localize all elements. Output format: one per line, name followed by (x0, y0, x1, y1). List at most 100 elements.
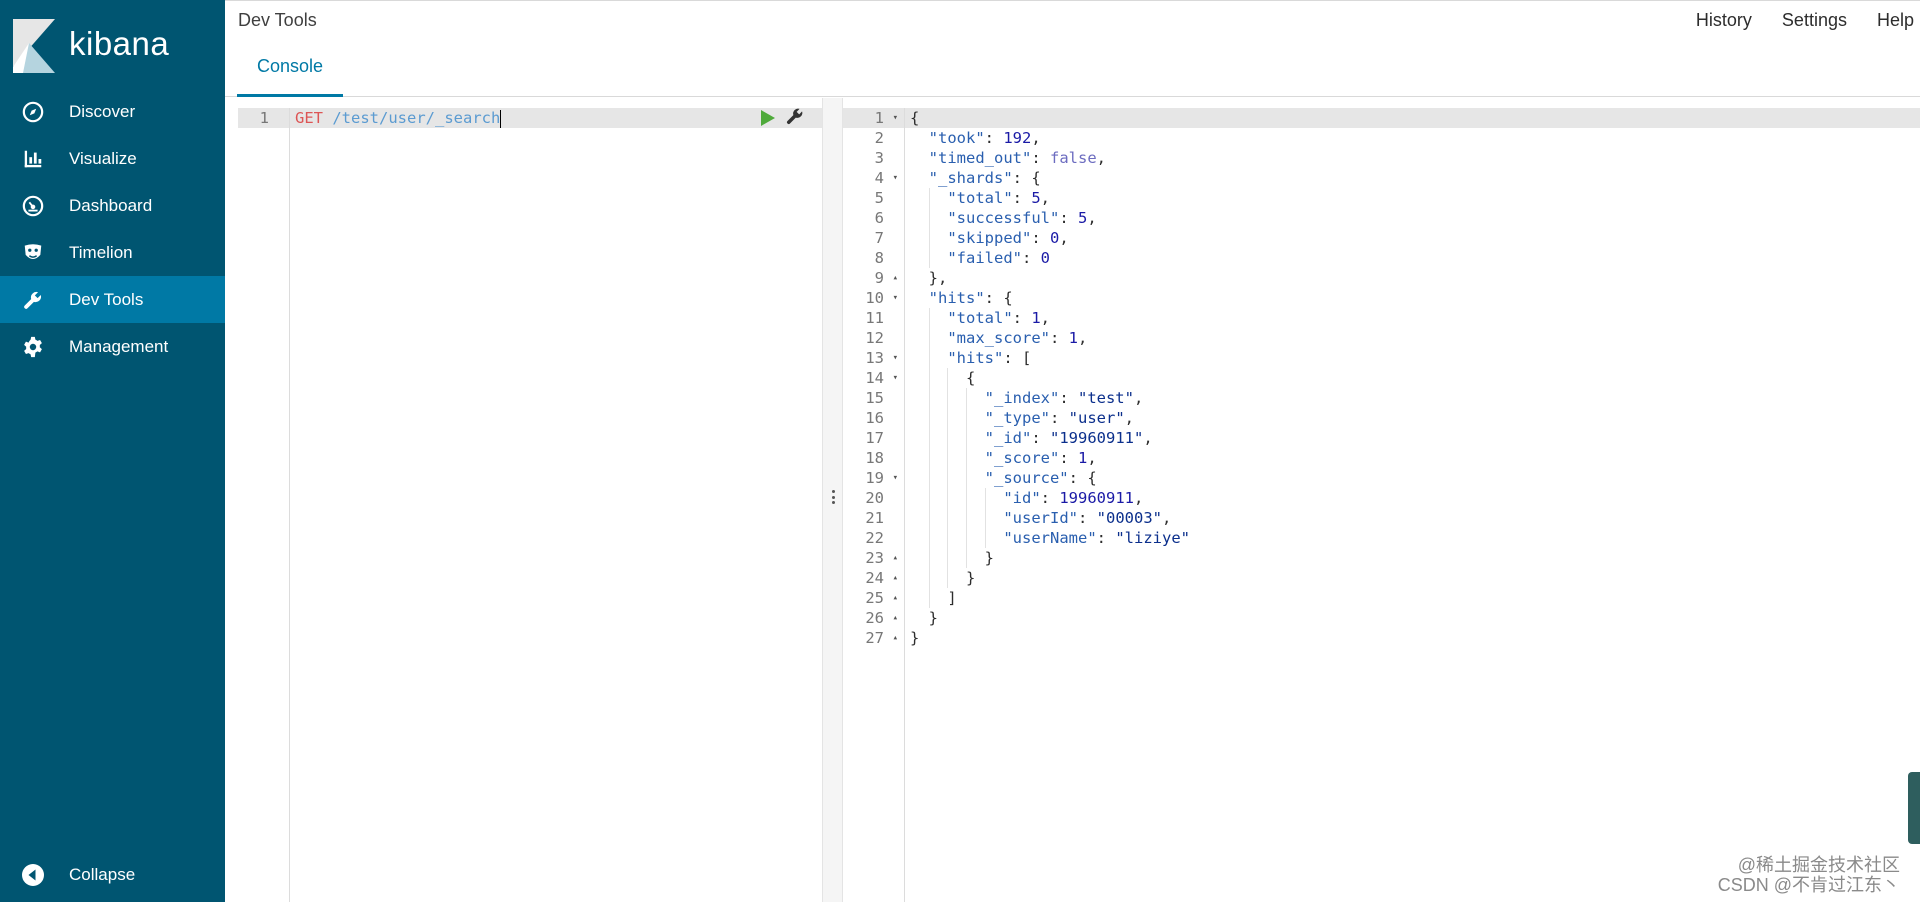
logo-text: kibana (69, 25, 170, 62)
sidebar-item-management[interactable]: Management (0, 323, 225, 370)
line-number: 26 ▴ (865, 608, 898, 628)
gear-icon (21, 335, 45, 359)
response-viewer[interactable]: 1 ▾ 2 3 4 ▾ 5 6 7 8 9 ▴ 10 ▾ 11 12 13 ▾ 14 ▾ 15 16 17 18 19 ▾ 20 21… (843, 98, 1920, 902)
settings-link[interactable]: Settings (1782, 10, 1847, 31)
sidebar-item-dev-tools[interactable]: Dev Tools (0, 276, 225, 323)
request-path: /test/user/_search (332, 109, 501, 127)
line-number: 13 ▾ (865, 348, 898, 368)
sidebar-item-visualize[interactable]: Visualize (0, 135, 225, 182)
dashboard-icon (21, 194, 45, 218)
response-line: "total": 5, (947, 189, 1051, 207)
fold-open-icon[interactable]: ▾ (893, 468, 898, 488)
response-line: "total": 1, (947, 309, 1051, 327)
response-line: "skipped": 0, (947, 229, 1069, 247)
fold-open-icon[interactable]: ▾ (893, 108, 898, 128)
line-number: 7 (874, 229, 884, 247)
request-options-wrench-icon[interactable] (785, 106, 805, 130)
response-line: "_score": 1, (984, 449, 1097, 467)
side-scroll-widget[interactable] (1908, 772, 1920, 844)
fold-close-icon[interactable]: ▴ (893, 628, 898, 648)
line-number: 11 (865, 309, 884, 327)
line-number: 12 (865, 329, 884, 347)
line-number: 18 (865, 449, 884, 467)
sidebar-item-label: Timelion (69, 242, 133, 262)
sidebar-item-label: Dev Tools (69, 289, 144, 309)
response-line: { (905, 108, 1920, 128)
line-number: 2 (874, 129, 884, 147)
response-line: "max_score": 1, (947, 329, 1088, 347)
response-line: "took": 192, (928, 129, 1041, 147)
sidebar-item-dashboard[interactable]: Dashboard (0, 182, 225, 229)
sidebar-item-discover[interactable]: Discover (0, 88, 225, 135)
fold-open-icon[interactable]: ▾ (893, 288, 898, 308)
response-line: "hits": [ (947, 349, 1032, 367)
response-line: } (910, 569, 976, 587)
sidebar: kibana Discover Visualize Dashboard Time… (0, 0, 225, 902)
compass-icon (21, 100, 45, 124)
fold-close-icon[interactable]: ▴ (893, 588, 898, 608)
watermark: @稀土掘金技术社区 CSDN @不肯过江东丶 (1718, 855, 1900, 895)
line-number: 16 (865, 409, 884, 427)
request-method: GET (295, 109, 323, 127)
response-gutter: 1 ▾ 2 3 4 ▾ 5 6 7 8 9 ▴ 10 ▾ 11 12 13 ▾ 14 ▾ 15 16 17 18 19 ▾ 20 21… (843, 108, 905, 902)
tab-console[interactable]: Console (237, 53, 343, 97)
fold-close-icon[interactable]: ▴ (893, 568, 898, 588)
line-number: 10 ▾ (865, 288, 898, 308)
response-line: "_id": "19960911", (984, 429, 1153, 447)
watermark-line: CSDN @不肯过江东丶 (1717, 875, 1900, 895)
sidebar-item-timelion[interactable]: Timelion (0, 229, 225, 276)
line-number: 24 ▴ (865, 568, 898, 588)
response-code-area[interactable]: { "took": 192, "timed_out": false, "_sha… (905, 108, 1920, 648)
response-line: "_type": "user", (984, 409, 1134, 427)
top-bar: Dev Tools History Settings Help Console (225, 0, 1920, 97)
line-number: 9 ▴ (874, 268, 898, 288)
request-line[interactable]: GET /test/user/_search (290, 108, 822, 128)
fold-open-icon[interactable]: ▾ (893, 168, 898, 188)
sidebar-item-label: Management (69, 336, 169, 356)
timelion-mask-icon (21, 241, 45, 265)
drag-handle-icon (832, 490, 835, 504)
line-number: 4 ▾ (874, 168, 898, 188)
response-line: } (910, 629, 920, 647)
collapse-button[interactable]: Collapse (21, 863, 135, 887)
response-line: } (910, 609, 938, 627)
response-line: { (910, 369, 976, 387)
line-number: 14 ▾ (865, 368, 898, 388)
line-number: 6 (874, 209, 884, 227)
send-request-play-icon[interactable] (761, 110, 775, 126)
response-line: "id": 19960911, (1003, 489, 1144, 507)
fold-close-icon[interactable]: ▴ (893, 548, 898, 568)
request-gutter: 1 (238, 108, 290, 902)
line-number: 20 (865, 489, 884, 507)
request-actions (761, 108, 805, 128)
pane-resize-handle[interactable] (822, 98, 843, 902)
fold-close-icon[interactable]: ▴ (893, 268, 898, 288)
response-line: "timed_out": false, (928, 149, 1107, 167)
collapse-label: Collapse (69, 865, 136, 884)
line-number: 23 ▴ (865, 548, 898, 568)
line-number: 27 ▴ (865, 628, 898, 648)
help-link[interactable]: Help (1877, 10, 1914, 31)
line-number: 1 ▾ (843, 108, 904, 128)
response-line: "successful": 5, (947, 209, 1097, 227)
response-line: "hits": { (928, 289, 1013, 307)
history-link[interactable]: History (1696, 10, 1752, 31)
top-links: History Settings Help (1666, 10, 1914, 31)
sidebar-item-label: Visualize (69, 148, 137, 168)
request-editor[interactable]: 1 GET /test/user/_search (238, 98, 822, 902)
wrench-icon (21, 288, 45, 312)
bar-chart-icon (21, 147, 45, 171)
line-number: 1 (238, 108, 289, 128)
sidebar-nav: Discover Visualize Dashboard Timelion De… (0, 88, 225, 370)
kibana-logo[interactable]: kibana (13, 19, 169, 73)
indent-guide (928, 188, 930, 268)
fold-open-icon[interactable]: ▾ (893, 368, 898, 388)
response-line: "failed": 0 (947, 249, 1050, 267)
fold-open-icon[interactable]: ▾ (893, 348, 898, 368)
line-number: 5 (874, 189, 884, 207)
indent-guide (984, 488, 986, 548)
line-number: 15 (865, 389, 884, 407)
line-number: 22 (865, 529, 884, 547)
request-code-area[interactable]: GET /test/user/_search (290, 108, 822, 128)
fold-close-icon[interactable]: ▴ (893, 608, 898, 628)
